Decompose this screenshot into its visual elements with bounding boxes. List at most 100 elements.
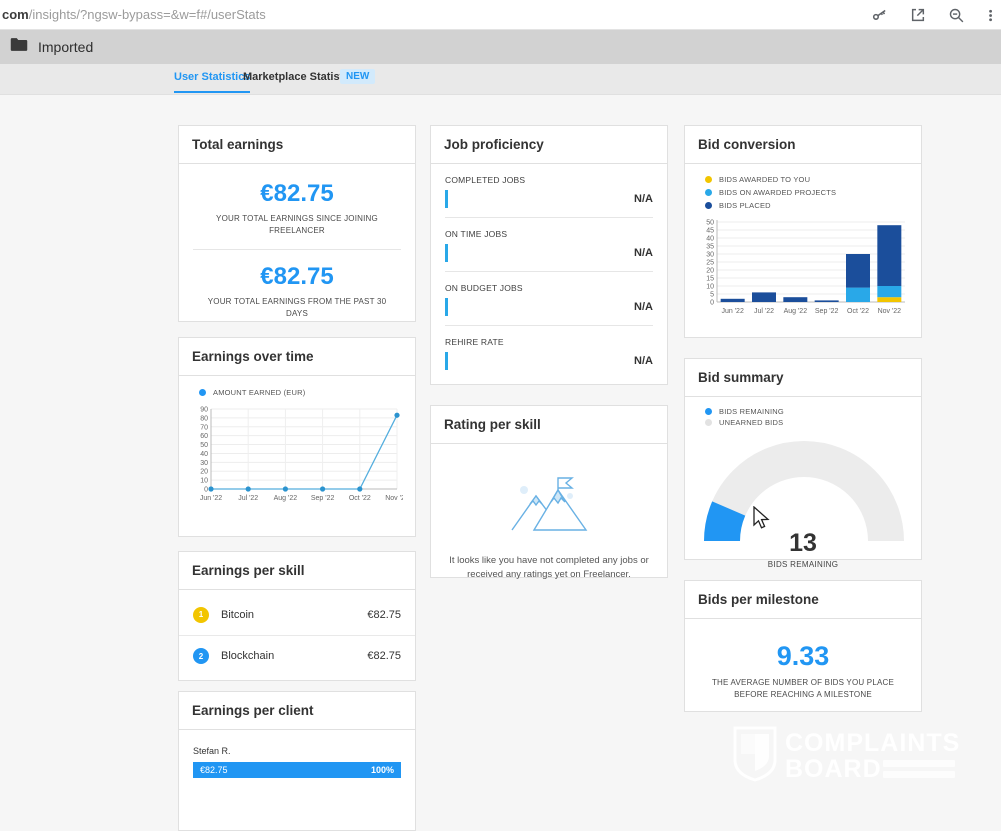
svg-text:70: 70: [200, 424, 208, 431]
svg-text:5: 5: [710, 292, 714, 299]
card-title: Earnings per client: [179, 692, 415, 730]
card-bid-summary: Bid summary BIDS REMAINING UNEARNED BIDS…: [684, 358, 922, 560]
svg-text:Oct '22: Oct '22: [349, 495, 371, 502]
metric-on-time-jobs: ON TIME JOBS N/A: [431, 218, 667, 272]
total-earnings-30-days: €82.75: [179, 263, 415, 291]
svg-text:Nov '22: Nov '22: [878, 308, 902, 315]
progress-tick: [445, 352, 448, 370]
card-title: Rating per skill: [431, 406, 667, 444]
svg-text:10: 10: [200, 478, 208, 485]
svg-text:10: 10: [706, 284, 714, 291]
legend-dot-icon: [199, 389, 206, 396]
url-text[interactable]: com/insights/?ngsw-bypass=&w=f#/userStat…: [0, 7, 266, 22]
svg-text:25: 25: [706, 260, 714, 267]
tab-strip: User Statistics Marketplace Statistics N…: [0, 64, 1001, 95]
svg-text:45: 45: [706, 228, 714, 235]
skill-value: €82.75: [367, 609, 401, 621]
svg-text:50: 50: [200, 442, 208, 449]
card-rating-per-skill: Rating per skill It looks like you have …: [430, 405, 668, 578]
svg-text:Nov '22: Nov '22: [385, 495, 403, 502]
folder-icon: [10, 37, 28, 57]
divider: [193, 249, 401, 250]
legend-bids-on-awarded: BIDS ON AWARDED PROJECTS: [705, 188, 921, 197]
watermark-line1: COMPLAINTS: [785, 730, 960, 756]
tab-user-statistics[interactable]: User Statistics: [174, 71, 250, 93]
svg-text:Aug '22: Aug '22: [784, 308, 808, 315]
card-title: Job proficiency: [431, 126, 667, 164]
shield-icon: [733, 726, 777, 782]
card-title: Bids per milestone: [685, 581, 921, 619]
svg-text:20: 20: [706, 268, 714, 275]
window-title: Imported: [38, 39, 93, 55]
mountain-illustration-icon: [431, 472, 667, 534]
client-earnings-percent: 100%: [371, 765, 394, 775]
total-earnings-all-time: €82.75: [179, 180, 415, 208]
legend-bids-placed: BIDS PLACED: [705, 201, 921, 210]
bid-conversion-chart: 05101520253035404550Jun '22Jul '22Aug '2…: [685, 214, 921, 327]
legend-bids-awarded: BIDS AWARDED TO YOU: [705, 175, 921, 184]
window-title-bar: Imported: [0, 30, 1001, 64]
svg-text:35: 35: [706, 244, 714, 251]
rank-badge: 2: [193, 648, 209, 664]
watermark-tagline: [883, 760, 955, 782]
earnings-over-time-chart: 0102030405060708090Jun '22Jul '22Aug '22…: [179, 401, 415, 514]
svg-text:60: 60: [200, 433, 208, 440]
metric-on-budget-jobs: ON BUDGET JOBS N/A: [431, 272, 667, 326]
legend-dot-icon: [705, 176, 712, 183]
new-badge: NEW: [340, 69, 375, 84]
svg-text:50: 50: [706, 220, 714, 227]
open-in-new-icon[interactable]: [910, 7, 926, 23]
svg-text:Sep '22: Sep '22: [311, 495, 335, 502]
legend-dot-icon: [705, 419, 712, 426]
legend-unearned-bids: UNEARNED BIDS: [705, 418, 921, 427]
skill-row-blockchain: 2 Blockchain €82.75: [179, 635, 415, 676]
legend-amount-earned: AMOUNT EARNED (EUR): [199, 388, 415, 397]
skill-name: Blockchain: [221, 650, 367, 662]
svg-text:Jul '22: Jul '22: [238, 495, 258, 502]
metric-completed-jobs: COMPLETED JOBS N/A: [431, 164, 667, 218]
zoom-out-icon[interactable]: [948, 7, 965, 24]
url-path: /insights/?ngsw-bypass=&w=f#/userStats: [29, 7, 266, 22]
card-job-proficiency: Job proficiency COMPLETED JOBS N/A ON TI…: [430, 125, 668, 385]
legend-bids-remaining: BIDS REMAINING: [705, 407, 921, 416]
svg-text:30: 30: [706, 252, 714, 259]
svg-text:0: 0: [710, 300, 714, 307]
svg-text:20: 20: [200, 469, 208, 476]
svg-text:15: 15: [706, 276, 714, 283]
svg-text:Sep '22: Sep '22: [815, 308, 839, 315]
more-icon[interactable]: [987, 7, 997, 24]
bid-summary-gauge: 13 BIDS REMAINING: [685, 433, 921, 583]
client-earnings-amount: €82.75: [200, 765, 228, 775]
legend-dot-icon: [705, 202, 712, 209]
key-icon[interactable]: [871, 7, 888, 24]
bids-remaining-label: BIDS REMAINING: [685, 560, 921, 569]
card-title: Total earnings: [179, 126, 415, 164]
total-earnings-30-days-label: YOUR TOTAL EARNINGS FROM THE PAST 30 DAY…: [197, 296, 398, 319]
legend-dot-icon: [705, 408, 712, 415]
empty-state-text: It looks like you have not completed any…: [449, 554, 650, 583]
svg-text:0: 0: [204, 487, 208, 494]
legend-dot-icon: [705, 189, 712, 196]
svg-text:40: 40: [200, 451, 208, 458]
svg-text:Oct '22: Oct '22: [847, 308, 869, 315]
metric-rehire-rate: REHIRE RATE N/A: [431, 326, 667, 370]
url-domain: com: [2, 7, 29, 22]
bids-per-milestone-value: 9.33: [685, 641, 921, 672]
svg-text:40: 40: [706, 236, 714, 243]
card-earnings-per-skill: Earnings per skill 1 Bitcoin €82.75 2 Bl…: [178, 551, 416, 681]
card-bid-conversion: Bid conversion BIDS AWARDED TO YOU BIDS …: [684, 125, 922, 338]
svg-text:90: 90: [200, 407, 208, 414]
browser-url-bar[interactable]: com/insights/?ngsw-bypass=&w=f#/userStat…: [0, 0, 1001, 30]
skill-name: Bitcoin: [221, 609, 367, 621]
svg-text:Jun '22: Jun '22: [721, 308, 743, 315]
svg-text:30: 30: [200, 460, 208, 467]
skill-value: €82.75: [367, 650, 401, 662]
card-title: Earnings over time: [179, 338, 415, 376]
svg-text:80: 80: [200, 415, 208, 422]
card-earnings-per-client: Earnings per client Stefan R. €82.75 100…: [178, 691, 416, 831]
card-title: Bid summary: [685, 359, 921, 397]
svg-text:Aug '22: Aug '22: [274, 495, 298, 502]
card-title: Bid conversion: [685, 126, 921, 164]
rank-badge: 1: [193, 607, 209, 623]
progress-tick: [445, 298, 448, 316]
